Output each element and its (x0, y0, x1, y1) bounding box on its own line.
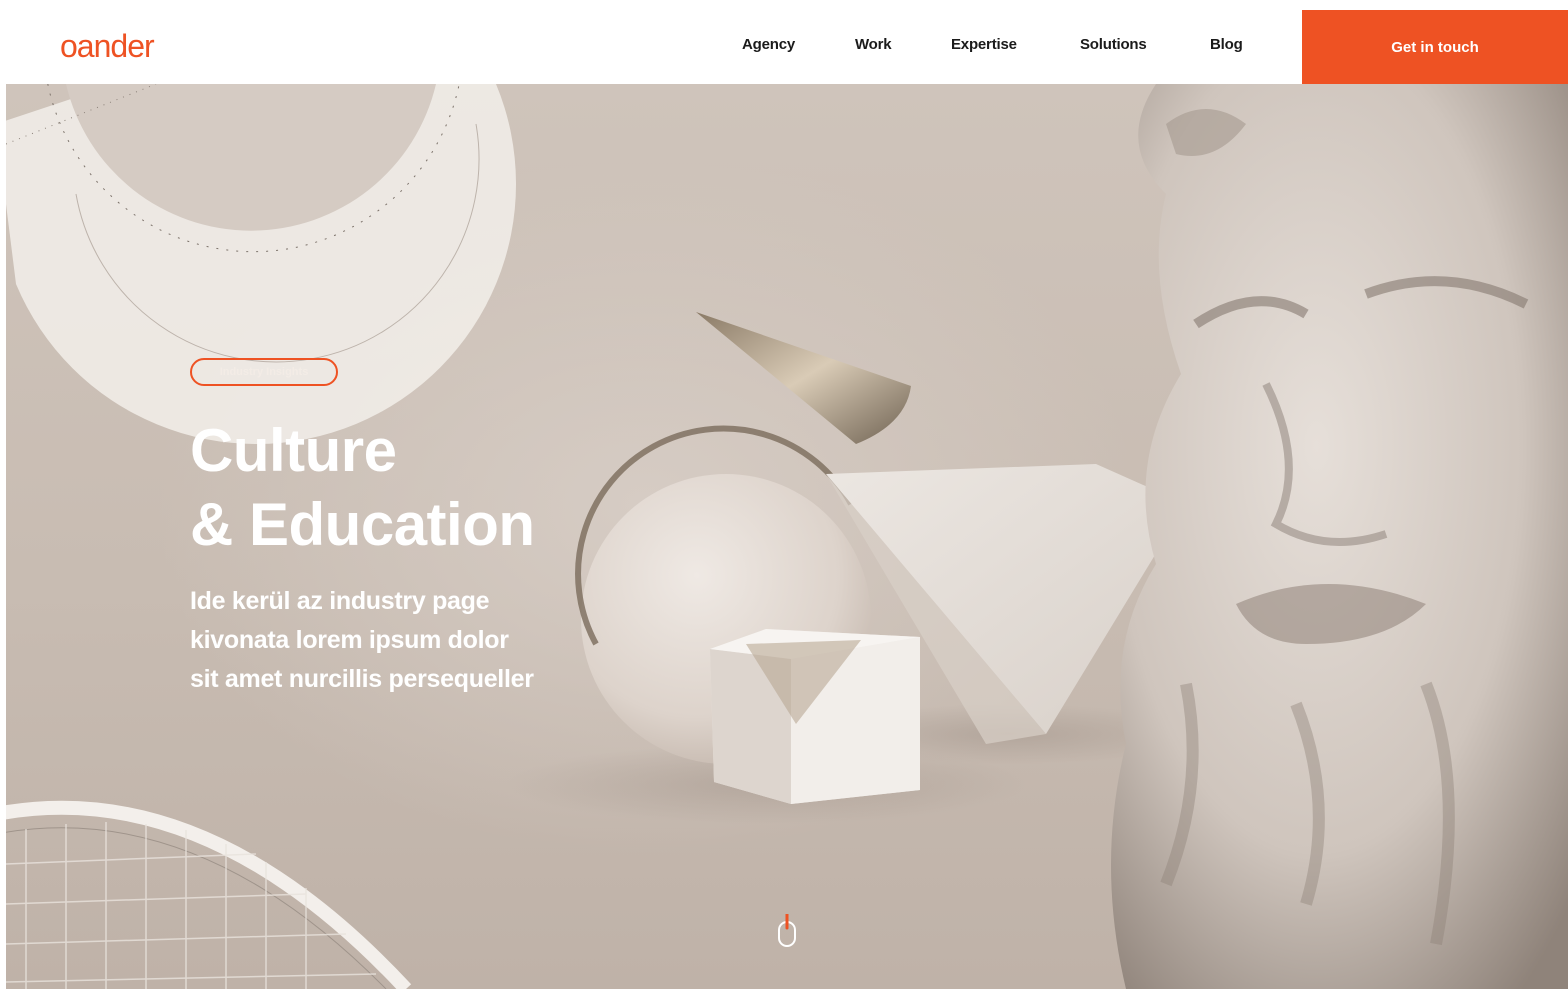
sculpture-bust-graphic (1111, 84, 1568, 989)
hero-section: Industry Insights Culture & Education Id… (6, 84, 1568, 989)
marble-cube-graphic (710, 629, 920, 804)
racket-graphic (6, 800, 412, 989)
hero-title-line-1: Culture (190, 417, 397, 484)
hero-title-line-2: & Education (190, 491, 535, 558)
nav-item-solutions[interactable]: Solutions (1080, 36, 1147, 53)
get-in-touch-button[interactable]: Get in touch (1302, 10, 1568, 84)
hero-subtitle: Ide kerül az industry page kivonata lore… (190, 582, 610, 699)
mouse-scroll-icon[interactable] (776, 914, 798, 948)
category-tag[interactable]: Industry Insights (190, 358, 338, 386)
hero-title: Culture & Education (190, 414, 535, 562)
nav-item-expertise[interactable]: Expertise (951, 36, 1017, 53)
nav-item-work[interactable]: Work (855, 36, 892, 53)
nav-item-agency[interactable]: Agency (742, 36, 795, 53)
gold-cone-graphic (696, 312, 911, 444)
protractor-graphic (6, 84, 516, 444)
logo[interactable]: oander (60, 26, 155, 66)
nav-item-blog[interactable]: Blog (1210, 36, 1243, 53)
page: oander Agency Work Expertise Solutions B… (0, 0, 1568, 989)
hero-subtitle-line-3: sit amet nurcillis persequeller (190, 665, 534, 693)
hero-subtitle-line-2: kivonata lorem ipsum dolor (190, 626, 509, 654)
hero-subtitle-line-1: Ide kerül az industry page (190, 587, 490, 615)
site-header: oander Agency Work Expertise Solutions B… (0, 0, 1568, 84)
